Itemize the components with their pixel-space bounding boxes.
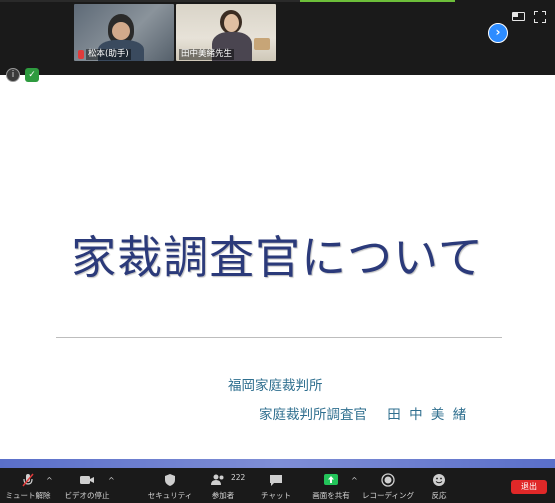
shared-screen-slide: 家裁調査官について 福岡家庭裁判所 家庭裁判所調査官 田 中 美 緒 xyxy=(0,75,555,459)
security-label: セキュリティ xyxy=(147,491,193,500)
slide-title: 家裁調査官について xyxy=(71,231,484,284)
participants-icon xyxy=(211,474,224,485)
participant-video-1[interactable]: 松本(助手) xyxy=(74,4,174,61)
share-border xyxy=(0,459,555,468)
presenter-name-char: 田 xyxy=(387,407,401,423)
participant-name-2: 田中美緒先生 xyxy=(179,49,235,60)
participant-face xyxy=(112,22,130,40)
slide-court-name: 福岡家庭裁判所 xyxy=(228,378,323,394)
video-options-caret[interactable]: ^ xyxy=(108,476,115,485)
share-screen-button[interactable]: 画面を共有 xyxy=(306,468,356,503)
video-camera-icon xyxy=(80,476,94,484)
participants-button[interactable]: 222 参加者 xyxy=(200,468,246,503)
leave-button[interactable]: 退出 xyxy=(511,480,547,494)
muted-mic-icon xyxy=(78,50,84,59)
chat-label: チャット xyxy=(261,491,291,500)
chat-button[interactable]: チャット xyxy=(254,468,298,503)
record-button[interactable]: レコーディング xyxy=(360,468,416,503)
participant-face xyxy=(224,14,239,32)
unmute-button[interactable]: ミュート解除 xyxy=(2,468,54,503)
participant-video-2[interactable]: 田中美緒先生 xyxy=(176,4,276,61)
meeting-toolbar: ミュート解除 ^ ビデオの停止 ^ セキュリティ 222 参加者 チャット 画面… xyxy=(0,468,555,503)
share-options-caret[interactable]: ^ xyxy=(351,476,358,485)
top-border xyxy=(0,0,300,2)
stop-video-button[interactable]: ビデオの停止 xyxy=(60,468,114,503)
background-object xyxy=(254,38,270,50)
zoom-meeting-window: 松本(助手) 田中美緒先生 › 家裁調査官について 福岡家庭裁判所 家庭裁判所調… xyxy=(0,0,555,503)
participant-name-1: 松本(助手) xyxy=(86,49,131,60)
participants-label: 参加者 xyxy=(211,491,235,500)
security-button[interactable]: セキュリティ xyxy=(146,468,194,503)
reactions-label: 反応 xyxy=(431,491,447,500)
fullscreen-icon[interactable] xyxy=(534,11,546,23)
muted-mic-icon xyxy=(22,473,34,487)
share-screen-label: 画面を共有 xyxy=(312,491,350,500)
reactions-button[interactable]: 反応 xyxy=(422,468,456,503)
encryption-shield-icon[interactable]: ✓ xyxy=(25,68,39,82)
presenter-name-char: 緒 xyxy=(452,407,467,423)
slide-presenter: 家庭裁判所調査官 田 中 美 緒 xyxy=(259,403,466,423)
slide-divider xyxy=(56,337,502,338)
shield-icon xyxy=(165,474,175,486)
meeting-info-icon[interactable]: i xyxy=(6,68,20,82)
smiley-icon xyxy=(433,474,445,486)
record-label: レコーディング xyxy=(362,491,414,500)
stop-video-label: ビデオの停止 xyxy=(64,491,110,500)
chat-icon xyxy=(270,475,282,486)
share-screen-icon xyxy=(324,474,338,485)
participants-count: 222 xyxy=(231,473,246,482)
unmute-label: ミュート解除 xyxy=(5,491,51,500)
view-layout-icon[interactable] xyxy=(512,12,525,21)
speaking-indicator xyxy=(300,0,455,2)
next-page-button[interactable]: › xyxy=(488,23,508,43)
presenter-role: 家庭裁判所調査官 xyxy=(259,407,367,423)
record-icon xyxy=(381,473,395,487)
participant-strip: 松本(助手) 田中美緒先生 › xyxy=(0,0,555,75)
presenter-name-char: 美 xyxy=(430,407,445,423)
audio-options-caret[interactable]: ^ xyxy=(46,476,53,485)
presenter-name-char: 中 xyxy=(409,407,423,423)
